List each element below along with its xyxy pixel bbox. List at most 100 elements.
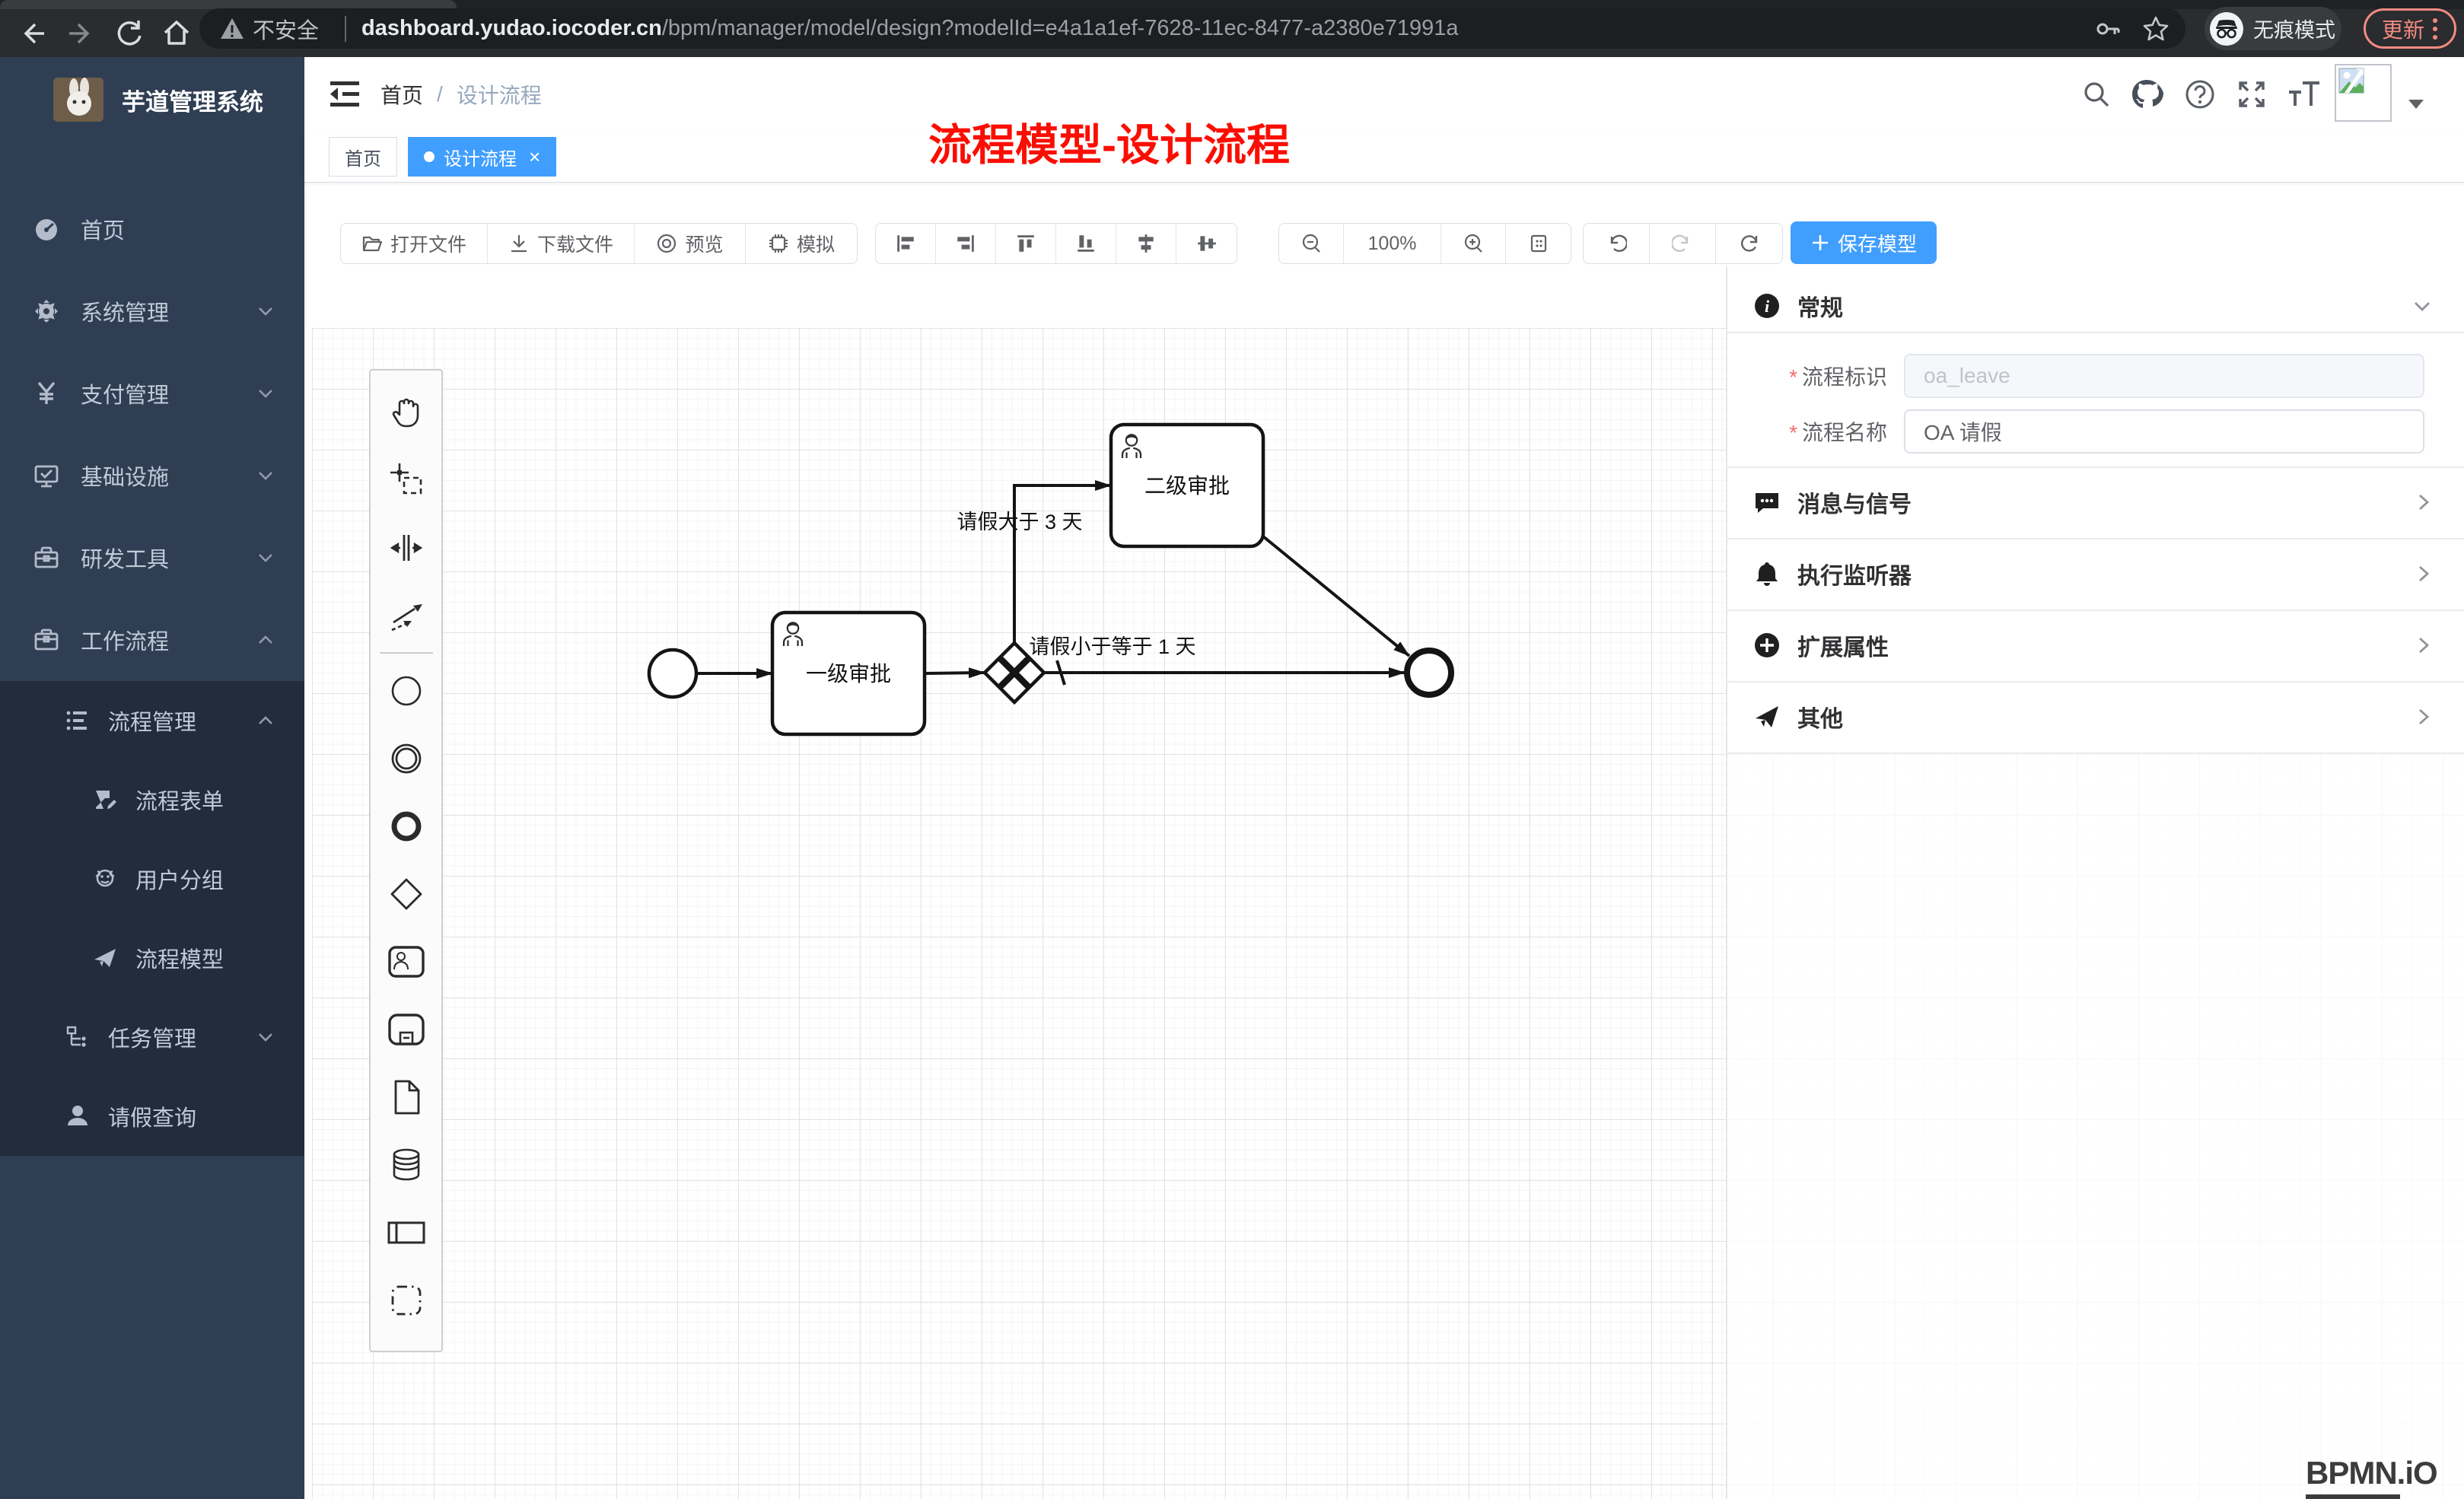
align-right-button[interactable]: [936, 224, 996, 263]
open-file-button[interactable]: 打开文件: [341, 224, 488, 263]
panel-section-other[interactable]: 其他: [1726, 681, 2464, 753]
restart-button[interactable]: [1716, 224, 1782, 263]
active-tab-dot: [424, 151, 435, 162]
header-help-button[interactable]: [2182, 77, 2217, 112]
password-key-icon[interactable]: [2094, 15, 2122, 43]
create-data-store[interactable]: [371, 1131, 441, 1198]
panel-section-general[interactable]: i 常规: [1726, 280, 2464, 332]
url-path: /bpm/manager/model/design?modelId=e4a1a1…: [662, 16, 1459, 41]
avatar-dropdown-caret[interactable]: [2406, 97, 2426, 112]
create-data-object[interactable]: [371, 1063, 441, 1131]
data-store-icon: [389, 1147, 424, 1182]
panel-section-listener[interactable]: 执行监听器: [1726, 538, 2464, 609]
preview-button[interactable]: 预览: [635, 224, 746, 263]
tree-list-icon: [65, 708, 90, 733]
sidebar-item-system[interactable]: 系统管理: [0, 270, 304, 352]
header-fullscreen-button[interactable]: [2234, 77, 2269, 112]
create-user-task[interactable]: [371, 928, 441, 995]
align-top-button[interactable]: [996, 224, 1056, 263]
sidebar-item-devtools[interactable]: 研发工具: [0, 517, 304, 599]
sidebar-item-payment[interactable]: 支付管理: [0, 352, 304, 434]
kebab-menu-icon[interactable]: [2432, 17, 2438, 41]
close-tab-icon[interactable]: ×: [529, 145, 540, 169]
sidebar-item-process-model[interactable]: 流程模型: [0, 918, 304, 998]
header-fontsize-button[interactable]: [2286, 77, 2321, 112]
collapse-sidebar-icon[interactable]: [327, 77, 362, 112]
redo-button[interactable]: [1650, 224, 1716, 263]
create-gateway[interactable]: [371, 860, 441, 928]
download-file-button[interactable]: 下载文件: [488, 224, 635, 263]
browser-forward-button[interactable]: [57, 9, 105, 57]
flow-task2-to-end[interactable]: [1263, 536, 1409, 656]
browser-address-bar[interactable]: 不安全 dashboard.yudao.iocoder.cn/bpm/manag…: [199, 8, 2185, 49]
panel-divider: [1726, 753, 2464, 754]
flow-gateway-to-task2[interactable]: [1014, 485, 1111, 643]
browser-chrome: 不安全 dashboard.yudao.iocoder.cn/bpm/manag…: [0, 0, 2464, 57]
simulate-button[interactable]: 模拟: [746, 224, 857, 263]
incognito-label: 无痕模式: [2253, 14, 2335, 43]
sidebar-logo-row[interactable]: 芋道管理系统: [0, 68, 304, 131]
zoom-in-button[interactable]: [1441, 224, 1506, 263]
sidebar-item-infrastructure[interactable]: 基础设施: [0, 434, 304, 517]
panel-section-message[interactable]: 消息与信号: [1726, 466, 2464, 538]
create-start-event[interactable]: [371, 657, 441, 724]
zoom-level-display[interactable]: 100%: [1344, 224, 1441, 263]
breadcrumb-home[interactable]: 首页: [380, 79, 423, 110]
user-task-level2[interactable]: 二级审批: [1111, 425, 1263, 546]
browser-reload-button[interactable]: [105, 9, 153, 57]
start-event[interactable]: [649, 650, 696, 697]
sidebar-item-label: 流程模型: [135, 942, 304, 974]
process-key-input[interactable]: [1904, 354, 2424, 398]
save-model-button[interactable]: 保存模型: [1791, 221, 1937, 264]
breadcrumb-current: 设计流程: [457, 79, 542, 110]
tab-home[interactable]: 首页: [329, 137, 397, 177]
sidebar-item-process-management[interactable]: 流程管理: [0, 681, 304, 760]
form-edit-icon: [93, 788, 117, 812]
sidebar-item-label: 流程表单: [135, 784, 304, 816]
create-end-event[interactable]: [371, 792, 441, 860]
sidebar-item-process-form[interactable]: 流程表单: [0, 760, 304, 839]
sidebar-item-leave-query[interactable]: 请假查询: [0, 1077, 304, 1156]
font-size-icon: [2286, 78, 2321, 110]
sidebar-item-user-group[interactable]: 用户分组: [0, 839, 304, 918]
tab-design-process[interactable]: 设计流程 ×: [408, 137, 556, 177]
undo-button[interactable]: [1584, 224, 1650, 263]
bpmn-io-watermark[interactable]: BPMN.iO: [2306, 1455, 2437, 1499]
create-intermediate-event[interactable]: [371, 724, 441, 792]
fit-viewport-button[interactable]: [1506, 224, 1571, 263]
panel-section-extension[interactable]: 扩展属性: [1726, 609, 2464, 681]
align-right-icon: [955, 233, 976, 254]
user-task-level1[interactable]: 一级审批: [772, 613, 925, 734]
header-github-button[interactable]: [2129, 77, 2164, 112]
zoom-out-button[interactable]: [1279, 224, 1344, 263]
lasso-tool[interactable]: [371, 446, 441, 514]
space-tool[interactable]: [371, 514, 441, 581]
process-name-input[interactable]: [1904, 409, 2424, 454]
sidebar-item-task-management[interactable]: 任务管理: [0, 998, 304, 1077]
hand-tool[interactable]: [371, 378, 441, 446]
create-participant[interactable]: [371, 1198, 441, 1266]
flow-label-gt3days[interactable]: 请假大于 3 天: [957, 511, 1082, 533]
info-icon: i: [1753, 292, 1781, 320]
global-connect-tool[interactable]: [371, 581, 441, 649]
align-hcenter-button[interactable]: [1176, 224, 1237, 263]
palette-separator: [380, 652, 433, 654]
avatar[interactable]: [2335, 64, 2392, 122]
create-group[interactable]: [371, 1266, 441, 1334]
align-bottom-button[interactable]: [1056, 224, 1116, 263]
browser-update-button[interactable]: 更新: [2364, 8, 2456, 49]
browser-back-button[interactable]: [8, 9, 56, 57]
security-label[interactable]: 不安全: [253, 13, 319, 45]
create-subprocess[interactable]: [371, 995, 441, 1063]
align-left-button[interactable]: [876, 224, 936, 263]
sidebar-item-home[interactable]: 首页: [0, 188, 304, 270]
bookmark-star-icon[interactable]: [2141, 14, 2170, 43]
flow-label-le1day[interactable]: 请假小于等于 1 天: [1029, 635, 1195, 658]
browser-home-button[interactable]: [152, 9, 200, 57]
align-vcenter-button[interactable]: [1116, 224, 1176, 263]
end-event[interactable]: [1407, 651, 1451, 695]
header-search-button[interactable]: [2079, 77, 2114, 112]
send-icon: [1753, 703, 1781, 730]
watermark-text: BPMN.iO: [2306, 1455, 2437, 1491]
sidebar-item-workflow[interactable]: 工作流程: [0, 599, 304, 681]
